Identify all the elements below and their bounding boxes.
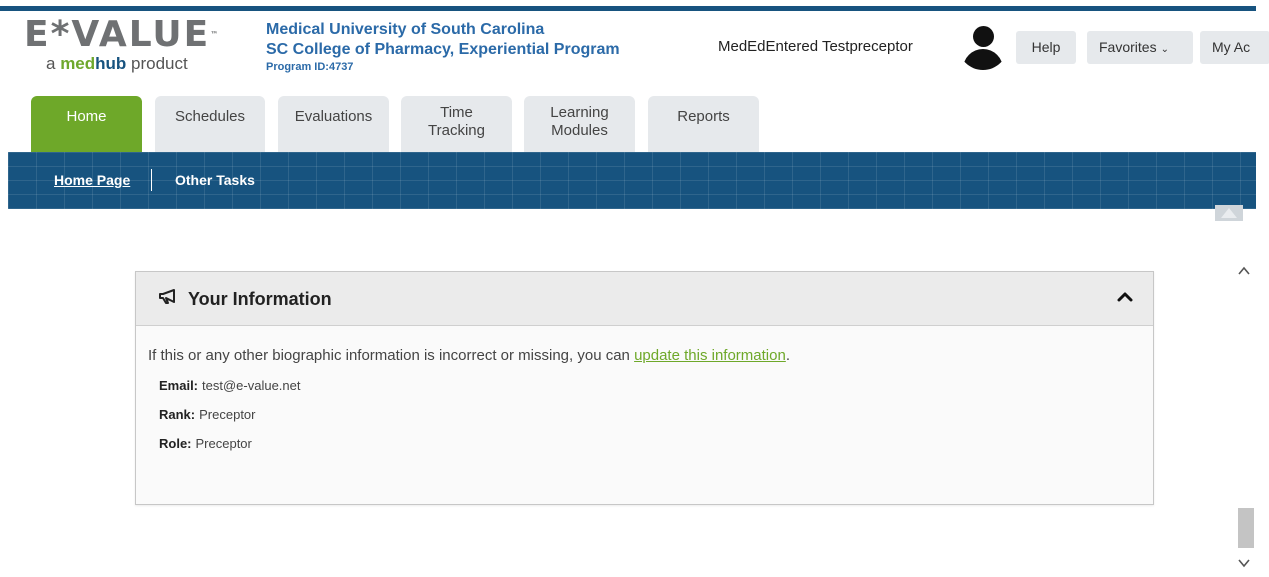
tab-label-line2: Tracking [428,122,485,139]
panel-header[interactable]: Your Information [136,272,1153,326]
panel-title: Your Information [188,289,332,309]
subnav-other-tasks-link[interactable]: Other Tasks [175,172,255,188]
tab-evaluations[interactable]: Evaluations [278,96,389,152]
tab-label-line2: Modules [551,122,608,139]
my-account-button[interactable]: My Ac [1200,31,1269,64]
favorites-button[interactable]: Favorites ⌄ [1087,31,1193,64]
logo-tagline: a medhub product [46,54,188,73]
triangle-up-icon [1221,208,1237,218]
logo-wordmark: E*VALUE™ [24,14,219,55]
rank-value: Preceptor [199,407,256,422]
your-information-panel: Your Information If this or any other bi… [135,271,1154,505]
email-value: test@e-value.net [202,378,301,393]
chevron-up-icon[interactable] [1116,288,1134,306]
panel-body: If this or any other biographic informat… [136,326,1153,451]
program-id: Program ID:4737 [266,61,354,73]
subnav-divider [151,169,152,191]
field-label: Rank: [159,407,196,422]
tab-label-line1: Time [440,104,473,121]
tab-time-tracking[interactable]: Time Tracking [401,96,512,152]
program-name: SC College of Pharmacy, Experiential Pro… [266,41,620,58]
tab-schedules[interactable]: Schedules [155,96,265,152]
scroll-up-arrow-icon[interactable] [1237,264,1251,278]
field-label: Role: [159,436,192,451]
chevron-down-icon: ⌄ [1160,44,1169,55]
help-button[interactable]: Help [1016,31,1076,64]
tab-label: Schedules [174,108,246,125]
update-information-link[interactable]: update this information [634,347,786,364]
evalue-logo[interactable]: E*VALUE™ a medhub product [24,17,244,77]
intro-text: If this or any other biographic informat… [148,347,790,364]
scroll-to-top-button[interactable] [1215,205,1243,221]
subnav-bar: Home Page Other Tasks [8,152,1256,209]
organization-info: Medical University of South Carolina SC … [266,20,620,74]
field-label: Email: [159,378,199,393]
tab-label: Evaluations [294,108,373,125]
tab-reports[interactable]: Reports [648,96,759,152]
top-rule [0,6,1256,11]
tab-label: Reports [677,108,730,125]
role-value: Preceptor [195,436,252,451]
tab-home[interactable]: Home [31,96,142,152]
tab-label-line1: Learning [550,104,609,121]
scroll-down-arrow-icon[interactable] [1237,556,1251,570]
page: E*VALUE™ a medhub product Medical Univer… [0,0,1269,577]
role-row: Role: Preceptor [159,436,1153,451]
tab-label: Home [66,108,107,125]
megaphone-icon [158,287,178,310]
email-row: Email: test@e-value.net [159,378,1153,393]
scrollbar-thumb[interactable] [1238,508,1254,548]
tab-learning-modules[interactable]: Learning Modules [524,96,635,152]
subnav-home-page-link[interactable]: Home Page [54,172,130,188]
avatar-icon[interactable] [958,20,1008,70]
org-name: Medical University of South Carolina [266,21,545,38]
rank-row: Rank: Preceptor [159,407,1153,422]
user-name[interactable]: MedEdEntered Testpreceptor [718,38,913,55]
favorites-label: Favorites [1099,39,1157,55]
